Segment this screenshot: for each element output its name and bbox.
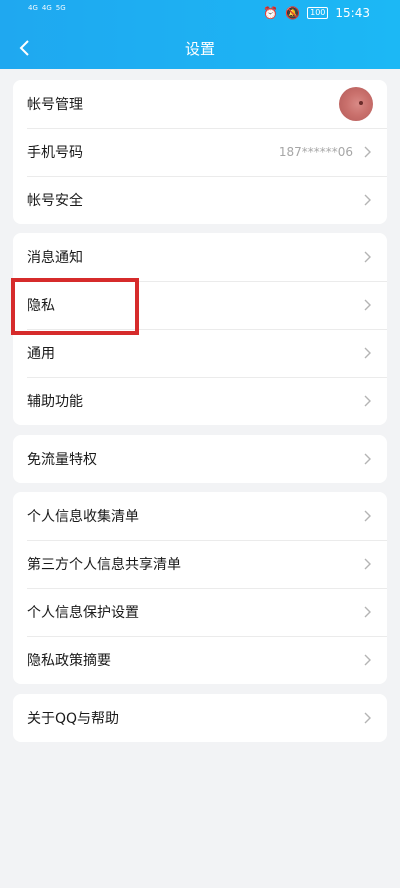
chevron-right-icon	[364, 194, 371, 206]
row-label: 辅助功能	[27, 394, 83, 410]
about-help-row[interactable]: 关于QQ与帮助	[13, 694, 387, 742]
account-group: 帐号管理 手机号码 187******06 帐号安全	[13, 80, 387, 224]
chevron-right-icon	[364, 510, 371, 522]
chevron-right-icon	[364, 347, 371, 359]
row-label: 隐私政策摘要	[27, 653, 111, 669]
chevron-right-icon	[364, 299, 371, 311]
traffic-group: 免流量特权	[13, 435, 387, 483]
row-label: 免流量特权	[27, 452, 97, 468]
avatar	[339, 87, 373, 121]
privacy-policy-summary-row[interactable]: 隐私政策摘要	[13, 636, 387, 684]
nav-bar: 设置	[0, 28, 400, 69]
row-label: 隐私	[27, 298, 55, 314]
status-bar: 4G 4G 5G ⏰ 🔕 100 15:43	[0, 0, 400, 28]
chevron-right-icon	[364, 558, 371, 570]
privacy-row[interactable]: 隐私	[13, 281, 387, 329]
page-title: 设置	[184, 40, 215, 58]
info-protection-settings-row[interactable]: 个人信息保护设置	[13, 588, 387, 636]
alarm-icon: ⏰	[263, 6, 279, 20]
row-label: 帐号安全	[27, 193, 83, 209]
phone-number-row[interactable]: 手机号码 187******06	[13, 128, 387, 176]
general-settings-row[interactable]: 通用	[13, 329, 387, 377]
signal-indicators: 4G 4G 5G	[28, 4, 66, 12]
notifications-row[interactable]: 消息通知	[13, 233, 387, 281]
row-label: 个人信息收集清单	[27, 509, 139, 525]
row-label: 通用	[27, 346, 55, 362]
general-group: 消息通知 隐私 通用 辅助功能	[13, 233, 387, 425]
account-security-row[interactable]: 帐号安全	[13, 176, 387, 224]
third-party-sharing-row[interactable]: 第三方个人信息共享清单	[13, 540, 387, 588]
row-label: 手机号码	[27, 145, 83, 161]
chevron-right-icon	[364, 654, 371, 666]
free-traffic-row[interactable]: 免流量特权	[13, 435, 387, 483]
chevron-right-icon	[364, 453, 371, 465]
chevron-right-icon	[364, 606, 371, 618]
wifi-signal-icon: 5G	[55, 4, 66, 12]
phone-number-value: 187******06	[278, 145, 353, 159]
clock: 15:43	[335, 6, 370, 20]
signal-icon-2: 4G	[41, 4, 52, 12]
row-label: 消息通知	[27, 250, 83, 266]
accessibility-row[interactable]: 辅助功能	[13, 377, 387, 425]
mute-icon: 🔕	[285, 6, 301, 20]
about-group: 关于QQ与帮助	[13, 694, 387, 742]
chevron-right-icon	[364, 251, 371, 263]
row-label: 个人信息保护设置	[27, 605, 139, 621]
battery-icon: 100	[307, 7, 329, 19]
account-management-row[interactable]: 帐号管理	[13, 80, 387, 128]
row-label: 关于QQ与帮助	[27, 711, 120, 727]
row-label: 帐号管理	[27, 97, 83, 113]
row-label: 第三方个人信息共享清单	[27, 557, 181, 573]
personal-info-group: 个人信息收集清单 第三方个人信息共享清单 个人信息保护设置 隐私政策摘要	[13, 492, 387, 684]
signal-icon-1: 4G	[28, 4, 38, 12]
chevron-right-icon	[364, 395, 371, 407]
chevron-right-icon	[364, 146, 371, 158]
chevron-right-icon	[364, 712, 371, 724]
info-collection-list-row[interactable]: 个人信息收集清单	[13, 492, 387, 540]
